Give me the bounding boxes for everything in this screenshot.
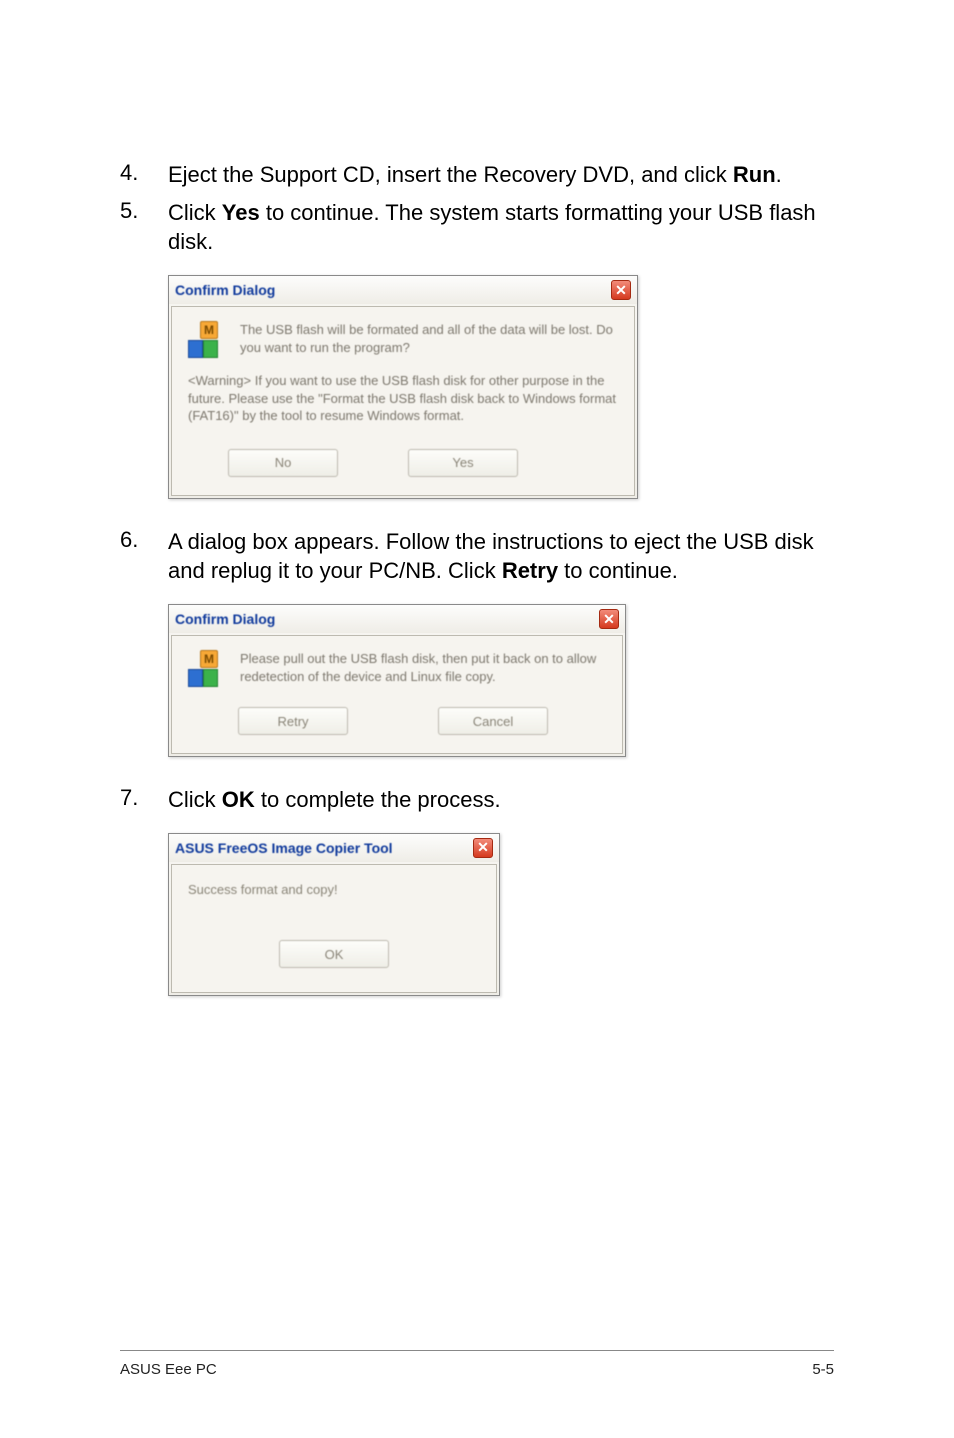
ok-button[interactable]: OK — [279, 940, 389, 968]
dialog-title: ASUS FreeOS Image Copier Tool — [175, 840, 393, 856]
step-5: 5. Click Yes to continue. The system sta… — [120, 198, 834, 257]
step-4: 4. Eject the Support CD, insert the Reco… — [120, 160, 834, 190]
close-icon[interactable]: ✕ — [611, 280, 631, 300]
step-number: 7. — [120, 785, 168, 815]
dialog-title: Confirm Dialog — [175, 611, 275, 627]
yes-button[interactable]: Yes — [408, 449, 518, 477]
step-text: Click OK to complete the process. — [168, 785, 501, 815]
titlebar: Confirm Dialog ✕ — [169, 605, 625, 633]
titlebar: ASUS FreeOS Image Copier Tool ✕ — [169, 834, 499, 862]
step-7: 7. Click OK to complete the process. — [120, 785, 834, 815]
close-icon[interactable]: ✕ — [599, 609, 619, 629]
confirm-dialog-format: Confirm Dialog ✕ M The USB flash will be… — [168, 275, 638, 499]
no-button[interactable]: No — [228, 449, 338, 477]
step-text: Click Yes to continue. The system starts… — [168, 198, 834, 257]
step-6: 6. A dialog box appears. Follow the inst… — [120, 527, 834, 586]
dialog-body: Success format and copy! OK — [171, 864, 497, 994]
dialog-message: Please pull out the USB flash disk, then… — [240, 650, 606, 687]
dialog-message: Success format and copy! — [188, 881, 480, 899]
dialog-body: M Please pull out the USB flash disk, th… — [171, 635, 623, 754]
dialog-title: Confirm Dialog — [175, 282, 275, 298]
footer-left: ASUS Eee PC — [120, 1361, 217, 1378]
page-footer: ASUS Eee PC 5-5 — [120, 1350, 834, 1378]
dialog-message: The USB flash will be formated and all o… — [240, 321, 618, 358]
step-number: 5. — [120, 198, 168, 257]
app-icon: M — [188, 650, 226, 687]
step-text: A dialog box appears. Follow the instruc… — [168, 527, 834, 586]
dialog-warning: <Warning> If you want to use the USB fla… — [188, 372, 618, 425]
footer-right: 5-5 — [812, 1361, 834, 1378]
cancel-button[interactable]: Cancel — [438, 707, 548, 735]
step-text: Eject the Support CD, insert the Recover… — [168, 160, 782, 190]
titlebar: Confirm Dialog ✕ — [169, 276, 637, 304]
dialog-body: M The USB flash will be formated and all… — [171, 306, 635, 496]
success-dialog: ASUS FreeOS Image Copier Tool ✕ Success … — [168, 833, 500, 997]
step-number: 4. — [120, 160, 168, 190]
retry-button[interactable]: Retry — [238, 707, 348, 735]
app-icon: M — [188, 321, 226, 358]
step-number: 6. — [120, 527, 168, 586]
close-icon[interactable]: ✕ — [473, 838, 493, 858]
confirm-dialog-replug: Confirm Dialog ✕ M Please pull out the U… — [168, 604, 626, 757]
